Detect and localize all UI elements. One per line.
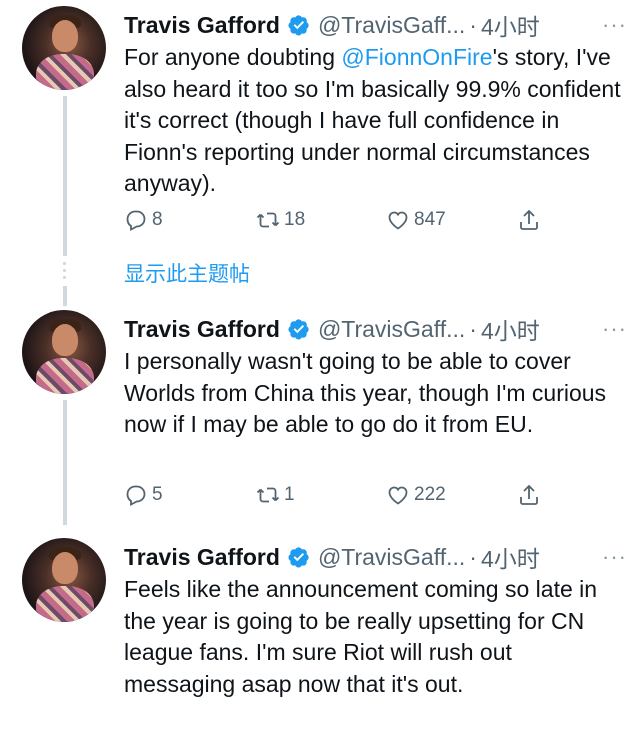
avatar[interactable] (22, 6, 106, 90)
timestamp[interactable]: 4小时 (481, 8, 540, 42)
more-icon[interactable]: ··· (602, 316, 627, 342)
tweet-header: Travis Gafford @TravisGaff... · 4小时 ··· (124, 540, 627, 574)
reply-icon (126, 210, 146, 231)
more-icon[interactable]: ··· (602, 544, 627, 570)
more-icon[interactable]: ··· (602, 12, 627, 38)
like-button[interactable]: 222 (386, 480, 446, 510)
timestamp[interactable]: 4小时 (481, 312, 540, 346)
retweet-count: 1 (284, 484, 295, 505)
author-name[interactable]: Travis Gafford (124, 12, 280, 39)
retweet-button[interactable]: 1 (256, 480, 295, 510)
tweet-text: I personally wasn't going to be able to … (124, 348, 607, 437)
like-count: 847 (414, 209, 446, 230)
like-icon (388, 486, 408, 505)
tweet-actions: 8 18 847 (124, 205, 554, 235)
reply-count: 8 (152, 209, 163, 230)
like-count: 222 (414, 484, 446, 505)
separator: · (469, 315, 477, 342)
show-thread-link[interactable]: 显示此主题帖 (124, 258, 250, 288)
retweet-count: 18 (284, 209, 306, 230)
tweet[interactable]: Travis Gafford @TravisGaff... · 4小时 ··· … (0, 310, 641, 530)
share-button[interactable] (517, 205, 545, 235)
thread-dots (63, 262, 67, 283)
verified-badge-icon (288, 547, 309, 568)
reply-button[interactable]: 5 (124, 480, 163, 510)
tweet-text: Feels like the announcement coming so la… (124, 576, 598, 697)
mention-link[interactable]: @FionnOnFire (341, 44, 492, 70)
tweet[interactable]: Travis Gafford @TravisGaff... · 4小时 ··· … (0, 6, 641, 256)
like-icon (388, 211, 408, 230)
tweet-text: For anyone doubting @FionnOnFire's story… (124, 42, 624, 200)
author-handle[interactable]: @TravisGaff... (318, 12, 465, 39)
author-name[interactable]: Travis Gafford (124, 544, 280, 571)
author-handle[interactable]: @TravisGaff... (318, 316, 465, 343)
tweet-header: Travis Gafford @TravisGaff... · 4小时 ··· (124, 8, 627, 42)
avatar[interactable] (22, 538, 106, 622)
tweet-header: Travis Gafford @TravisGaff... · 4小时 ··· (124, 312, 627, 346)
retweet-icon (256, 487, 280, 503)
separator: · (469, 543, 477, 570)
tweet-actions: 5 1 222 (124, 480, 554, 510)
retweet-button[interactable]: 18 (256, 205, 305, 235)
share-icon (520, 209, 538, 230)
verified-badge-icon (288, 319, 309, 340)
verified-badge-icon (288, 15, 309, 36)
retweet-icon (256, 212, 280, 228)
share-icon (520, 484, 538, 505)
reply-icon (126, 485, 146, 506)
reply-button[interactable]: 8 (124, 205, 163, 235)
avatar[interactable] (22, 310, 106, 394)
timestamp[interactable]: 4小时 (481, 540, 540, 574)
author-name[interactable]: Travis Gafford (124, 316, 280, 343)
reply-count: 5 (152, 484, 163, 505)
separator: · (469, 11, 477, 38)
like-button[interactable]: 847 (386, 205, 446, 235)
tweet-text-part: For anyone doubting (124, 44, 342, 70)
author-handle[interactable]: @TravisGaff... (318, 544, 465, 571)
share-button[interactable] (517, 480, 545, 510)
thread-line (63, 286, 67, 306)
tweet[interactable]: Travis Gafford @TravisGaff... · 4小时 ··· … (0, 538, 641, 739)
